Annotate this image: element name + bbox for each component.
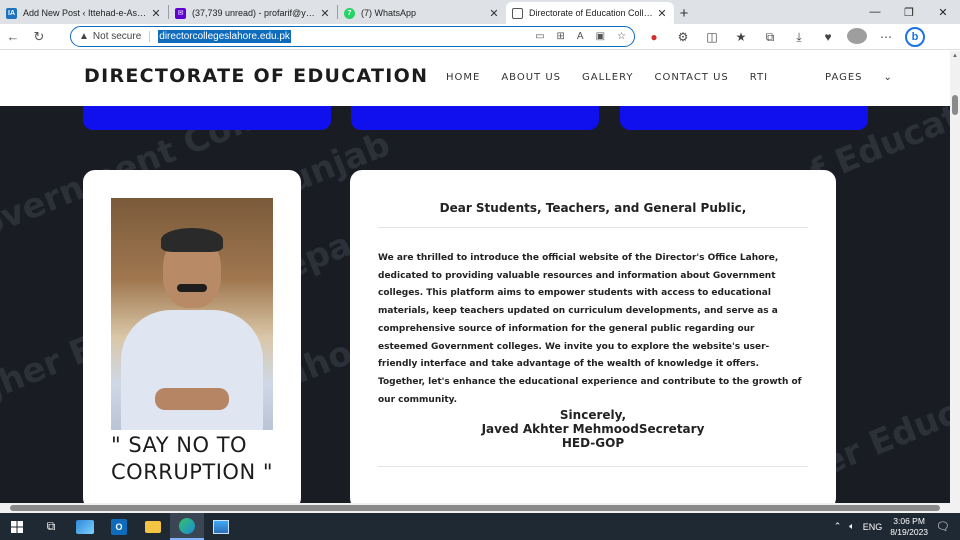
system-tray: ⌃ 🔈︎ ENG 3:06 PM 8/19/2023 🗨︎ (834, 513, 960, 540)
close-tab-icon[interactable]: ✕ (488, 7, 500, 20)
blue-card-3 (620, 106, 868, 130)
horizontal-scroll-thumb[interactable] (10, 505, 940, 511)
browser-essentials-icon[interactable]: ♥ (818, 30, 838, 44)
scroll-up-icon[interactable]: ▲ (950, 51, 960, 61)
nav-pages-label: PAGES (825, 72, 863, 83)
site-favicon-icon: IA (6, 7, 17, 19)
clock[interactable]: 3:06 PM 8/19/2023 (890, 516, 928, 538)
browser-tab-directorate[interactable]: Directorate of Education College ✕ (506, 2, 674, 24)
signature-closing: Sincerely, (559, 408, 627, 422)
restore-icon[interactable]: ❐ (892, 0, 926, 24)
clock-date: 8/19/2023 (890, 526, 929, 537)
vertical-scrollbar[interactable]: ▲ (950, 51, 960, 503)
site-header: DIRECTORATE OF EDUCATION HOME ABOUT US G… (0, 51, 950, 106)
nav-contact-us[interactable]: CONTACT US (654, 72, 728, 83)
favorite-star-icon[interactable]: ☆ (617, 31, 626, 42)
minimize-icon[interactable]: — (858, 0, 892, 24)
vertical-scroll-thumb[interactable] (952, 95, 958, 115)
photos-app-icon[interactable] (68, 513, 102, 540)
whatsapp-icon: 7 (344, 7, 355, 19)
window-controls: — ❐ ✕ (858, 0, 960, 24)
clock-time: 3:06 PM (893, 515, 925, 526)
more-menu-icon[interactable]: ⋯ (876, 30, 896, 44)
notifications-icon[interactable]: 🗨︎ (936, 520, 950, 533)
divider (378, 227, 808, 228)
split-screen-icon[interactable]: ◫ (702, 30, 722, 44)
adblock-icon[interactable]: ● (644, 30, 664, 44)
secretary-photo (111, 198, 273, 430)
reader-view-icon[interactable]: ▣ (596, 31, 605, 42)
browser-toolbar: ← ↻ ▲ Not secure directorcollegeslahore.… (0, 24, 960, 50)
tab-title: Add New Post ‹ Ittehad-e-Asatza (23, 8, 150, 18)
apps-grid-icon[interactable]: ⊞ (557, 31, 565, 42)
edge-browser-icon[interactable] (170, 513, 204, 540)
slogan-line-2: CORRUPTION " (111, 460, 274, 484)
not-secure-label[interactable]: Not secure (93, 31, 151, 42)
signature-name: Javed Akhter MehmoodSecretary (481, 422, 705, 436)
mail-icon: ✉ (175, 7, 186, 19)
image-viewer-icon[interactable] (204, 513, 238, 540)
site-brand[interactable]: DIRECTORATE OF EDUCATION (84, 65, 428, 87)
warning-triangle-icon: ▲ (79, 31, 89, 42)
refresh-icon[interactable]: ↻ (26, 24, 52, 50)
close-tab-icon[interactable]: ✕ (656, 7, 668, 20)
download-icon[interactable]: ⤓ (789, 30, 809, 45)
address-bar[interactable]: ▲ Not secure directorcollegeslahore.edu.… (70, 26, 635, 47)
collections-icon[interactable]: ⧉ (760, 30, 780, 45)
horizontal-scrollbar[interactable] (0, 503, 960, 513)
signature-org: HED-GOP (561, 436, 625, 450)
cast-icon[interactable]: ▭ (535, 31, 544, 42)
welcome-message-body: We are thrilled to introduce the officia… (378, 253, 802, 405)
signature-block: Sincerely, Javed Akhter MehmoodSecretary… (350, 408, 836, 450)
url-text[interactable]: directorcollegeslahore.edu.pk (158, 30, 291, 43)
nav-gallery[interactable]: GALLERY (582, 72, 633, 83)
file-explorer-icon[interactable] (136, 513, 170, 540)
browser-tab-yahoo-mail[interactable]: ✉ (37,739 unread) - profarif@yahoo ✕ (169, 2, 337, 24)
blue-card-2 (351, 106, 599, 130)
secretary-card: " SAY NO TO CORRUPTION " (83, 170, 301, 503)
volume-icon[interactable]: 🔈︎ (849, 521, 854, 532)
windows-taskbar: ⧉ O ⌃ 🔈︎ ENG 3:06 PM 8/19/2023 🗨︎ (0, 513, 960, 540)
windows-start-icon[interactable] (0, 513, 34, 540)
chevron-up-icon[interactable]: ⌃ (834, 521, 842, 532)
page-viewport: Government Colleges Higher Education Dep… (0, 51, 950, 503)
tab-title: (37,739 unread) - profarif@yahoo (192, 8, 319, 18)
close-tab-icon[interactable]: ✕ (319, 7, 331, 20)
nav-rti[interactable]: RTI (750, 72, 768, 83)
input-language[interactable]: ENG (863, 522, 883, 532)
nav-about-us[interactable]: ABOUT US (501, 72, 561, 83)
anti-corruption-slogan: " SAY NO TO CORRUPTION " (111, 432, 273, 486)
slogan-line-1: " SAY NO TO (111, 433, 248, 457)
nav-pages-dropdown[interactable]: PAGES ⌄ (825, 72, 914, 83)
close-window-icon[interactable]: ✕ (926, 0, 960, 24)
greeting-heading: Dear Students, Teachers, and General Pub… (439, 201, 747, 215)
extensions-puzzle-icon[interactable]: ⚙ (673, 30, 693, 44)
task-view-icon[interactable]: ⧉ (34, 513, 68, 540)
favorites-icon[interactable]: ★ (731, 30, 751, 44)
profile-avatar-icon[interactable] (847, 27, 867, 47)
divider (378, 466, 808, 467)
chevron-down-icon: ⌄ (883, 72, 893, 83)
welcome-message-card: Dear Students, Teachers, and General Pub… (350, 170, 836, 503)
read-aloud-icon[interactable]: A (577, 31, 584, 42)
tab-title: Directorate of Education College (529, 8, 656, 18)
browser-tab-ittehad[interactable]: IA Add New Post ‹ Ittehad-e-Asatza ✕ (0, 2, 168, 24)
nav-home[interactable]: HOME (446, 72, 480, 83)
bing-copilot-icon[interactable]: b (905, 27, 925, 47)
browser-tab-whatsapp[interactable]: 7 (7) WhatsApp ✕ (338, 2, 506, 24)
new-tab-plus-icon[interactable]: + (674, 2, 694, 24)
page-icon (512, 7, 523, 19)
outlook-icon[interactable]: O (102, 513, 136, 540)
tab-title: (7) WhatsApp (361, 8, 417, 18)
blue-card-1 (83, 106, 331, 130)
close-tab-icon[interactable]: ✕ (150, 7, 162, 20)
back-arrow-icon[interactable]: ← (0, 24, 26, 50)
browser-tab-strip: IA Add New Post ‹ Ittehad-e-Asatza ✕ ✉ (… (0, 0, 960, 24)
main-nav: HOME ABOUT US GALLERY CONTACT US RTI PAG… (446, 72, 935, 83)
